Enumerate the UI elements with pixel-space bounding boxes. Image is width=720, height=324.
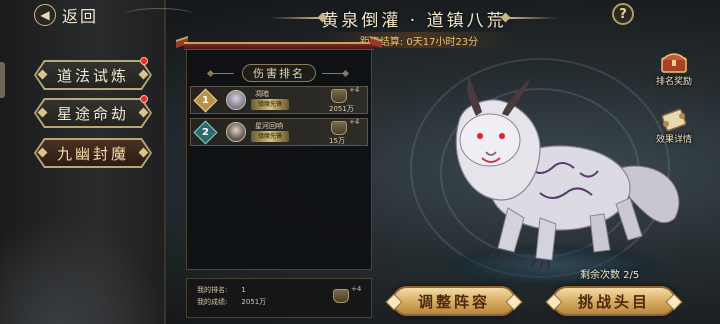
back-arrow-icon: ◀ <box>34 4 56 26</box>
menu-item-xingtu[interactable]: 星途命劫 <box>34 95 152 128</box>
adjust-lineup-button[interactable]: 调整阵容 <box>392 286 516 316</box>
damage-chest-icon <box>331 89 347 103</box>
title-ornament <box>508 17 558 19</box>
help-icon: ? <box>619 6 627 22</box>
tab-ornament <box>322 73 344 74</box>
effect-detail-button[interactable]: 效果详情 <box>654 106 694 145</box>
tab-ornament <box>212 73 234 74</box>
rank-badge: 2 <box>193 120 218 145</box>
my-rank-label: 我的排名: <box>197 286 228 294</box>
table-row[interactable]: 2 星河回响 镇魔先锋 +4 15万 <box>190 118 368 146</box>
page-title: 黄泉倒灌 · 道镇八荒 <box>321 10 507 31</box>
challenge-boss-label: 挑战头目 <box>577 292 650 311</box>
menu-item-label: 道法试炼 <box>56 66 129 85</box>
table-row[interactable]: 1 凋暗 镇魔先锋 +4 2051万 <box>190 86 368 114</box>
rank-reward-label: 排名奖励 <box>655 77 692 87</box>
my-score-value: 2051万 <box>241 298 267 306</box>
damage-value: 2051万 <box>329 105 354 113</box>
roof-ornament <box>176 36 382 54</box>
back-button[interactable]: ◀ 返回 <box>34 2 194 28</box>
menu-item-label: 九幽封魔 <box>56 144 129 163</box>
boss-beast[interactable] <box>390 48 690 288</box>
my-ranking-summary: 我的排名: 1 我的成绩: 2051万 +4 <box>186 278 372 318</box>
my-score-label: 我的成绩: <box>197 298 228 306</box>
my-rank-value: 1 <box>241 286 246 294</box>
effect-detail-label: 效果详情 <box>655 135 692 145</box>
cloud-ornament <box>124 8 194 22</box>
player-name: 星河回响 <box>255 122 283 130</box>
game-screen: ◀ 返回 道法试炼 星途命劫 九幽封魔 黄泉倒灌 · 道镇八荒 距离结算: 0天… <box>0 0 720 324</box>
damage-chest-icon <box>331 121 347 135</box>
notification-dot <box>140 95 148 103</box>
avatar <box>226 90 246 110</box>
tab-damage-ranking[interactable]: 伤害排名 <box>242 64 316 82</box>
avatar <box>226 122 246 142</box>
damage-chest-icon <box>333 289 349 303</box>
page-title-bar: 黄泉倒灌 · 道镇八荒 <box>256 4 572 32</box>
menu-item-daofa[interactable]: 道法试炼 <box>34 57 152 90</box>
scroll-icon <box>661 108 687 132</box>
bonus-count: +4 <box>351 285 362 293</box>
rank-reward-button[interactable]: 排名奖励 <box>654 48 694 87</box>
player-title-badge: 镇魔先锋 <box>251 99 289 110</box>
treasure-chest-icon <box>661 53 687 73</box>
damage-value: 15万 <box>329 137 345 145</box>
player-name: 凋暗 <box>255 90 269 98</box>
challenge-boss-button[interactable]: 挑战头目 <box>552 286 676 316</box>
menu-item-label: 星途命劫 <box>56 104 129 123</box>
remaining-attempts: 剩余次数 2/5 <box>580 270 640 281</box>
bonus-count: +4 <box>349 118 360 126</box>
player-title-badge: 镇魔先锋 <box>251 131 289 142</box>
boss-stage <box>390 48 690 288</box>
side-handle[interactable] <box>0 62 5 98</box>
adjust-lineup-label: 调整阵容 <box>417 292 490 311</box>
bonus-count: +4 <box>349 86 360 94</box>
back-label: 返回 <box>62 7 99 26</box>
notification-dot <box>140 57 148 65</box>
rank-badge: 1 <box>193 88 218 113</box>
menu-item-jiuyou[interactable]: 九幽封魔 <box>34 138 152 168</box>
title-ornament <box>270 17 320 19</box>
help-button[interactable]: ? <box>612 3 634 25</box>
